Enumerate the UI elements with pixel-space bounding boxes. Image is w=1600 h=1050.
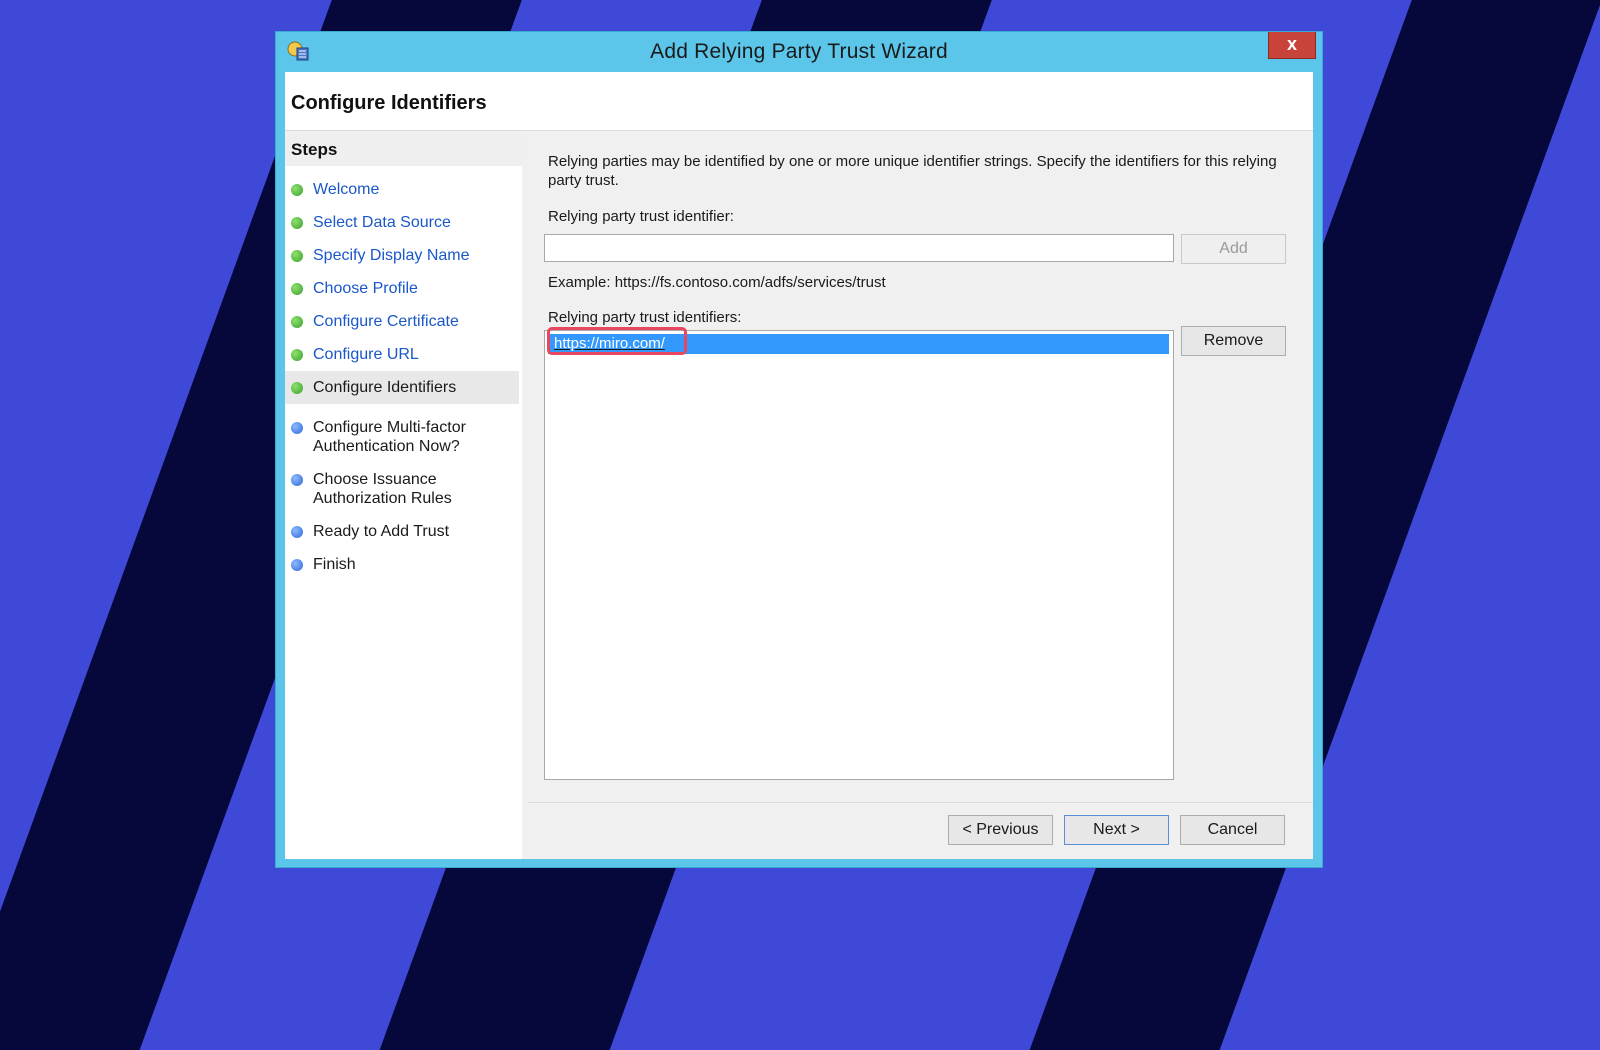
step-configure-mfa: Configure Multi-factor Authentication No… bbox=[285, 418, 522, 456]
step-complete-icon bbox=[291, 250, 303, 262]
step-complete-icon bbox=[291, 283, 303, 295]
step-ready-to-add-trust: Ready to Add Trust bbox=[285, 522, 522, 541]
step-label: Configure Identifiers bbox=[313, 379, 457, 396]
steps-pane: Steps Welcome Select Data Source Specify… bbox=[285, 134, 522, 859]
step-configure-identifiers: Configure Identifiers bbox=[285, 371, 519, 404]
step-label: Configure Multi-factor Authentication No… bbox=[313, 419, 466, 455]
page-title: Configure Identifiers bbox=[291, 92, 487, 114]
step-label: Configure URL bbox=[313, 346, 419, 363]
next-button[interactable]: Next > bbox=[1064, 815, 1169, 845]
step-label: Select Data Source bbox=[313, 214, 451, 231]
remove-button[interactable]: Remove bbox=[1181, 326, 1286, 356]
step-pending-icon bbox=[291, 559, 303, 571]
step-label: Configure Certificate bbox=[313, 313, 459, 330]
step-pending-icon bbox=[291, 526, 303, 538]
step-welcome[interactable]: Welcome bbox=[285, 180, 522, 199]
step-choose-profile[interactable]: Choose Profile bbox=[285, 279, 522, 298]
description-text: Relying parties may be identified by one… bbox=[548, 153, 1277, 189]
content-pane: Relying parties may be identified by one… bbox=[528, 134, 1313, 859]
step-current-icon bbox=[291, 382, 303, 394]
identifiers-listbox[interactable]: https://miro.com/ bbox=[544, 327, 1174, 780]
step-label: Finish bbox=[313, 556, 356, 573]
step-issuance-authorization-rules: Choose Issuance Authorization Rules bbox=[285, 470, 522, 508]
step-label: Ready to Add Trust bbox=[313, 523, 450, 540]
step-pending-icon bbox=[291, 422, 303, 434]
step-label: Welcome bbox=[313, 181, 380, 198]
step-specify-display-name[interactable]: Specify Display Name bbox=[285, 246, 522, 265]
footer-divider bbox=[528, 802, 1313, 803]
step-configure-url[interactable]: Configure URL bbox=[285, 345, 522, 364]
cancel-button[interactable]: Cancel bbox=[1180, 815, 1285, 845]
title-bar: Add Relying Party Trust Wizard x bbox=[276, 32, 1322, 70]
window-title: Add Relying Party Trust Wizard bbox=[650, 40, 948, 63]
identifier-label: Relying party trust identifier: bbox=[548, 208, 734, 225]
step-complete-icon bbox=[291, 349, 303, 361]
step-pending-icon bbox=[291, 474, 303, 486]
previous-button[interactable]: < Previous bbox=[948, 815, 1053, 845]
step-label: Specify Display Name bbox=[313, 247, 470, 264]
step-label: Choose Issuance Authorization Rules bbox=[313, 471, 452, 507]
step-complete-icon bbox=[291, 217, 303, 229]
step-select-data-source[interactable]: Select Data Source bbox=[285, 213, 522, 232]
step-finish: Finish bbox=[285, 555, 522, 574]
example-text: Example: https://fs.contoso.com/adfs/ser… bbox=[548, 274, 886, 291]
step-complete-icon bbox=[291, 316, 303, 328]
wizard-client-area: Configure Identifiers Steps Welcome Sele… bbox=[285, 72, 1313, 859]
identifier-input[interactable] bbox=[544, 234, 1174, 262]
wizard-window: Add Relying Party Trust Wizard x Configu… bbox=[275, 31, 1323, 868]
close-button[interactable]: x bbox=[1268, 32, 1316, 59]
step-complete-icon bbox=[291, 184, 303, 196]
page-header: Configure Identifiers bbox=[285, 72, 1313, 131]
identifiers-label: Relying party trust identifiers: bbox=[548, 309, 742, 326]
highlight-annotation bbox=[547, 327, 687, 355]
step-label: Choose Profile bbox=[313, 280, 418, 297]
step-configure-certificate[interactable]: Configure Certificate bbox=[285, 312, 522, 331]
steps-header: Steps bbox=[285, 134, 522, 166]
add-button[interactable]: Add bbox=[1181, 234, 1286, 264]
